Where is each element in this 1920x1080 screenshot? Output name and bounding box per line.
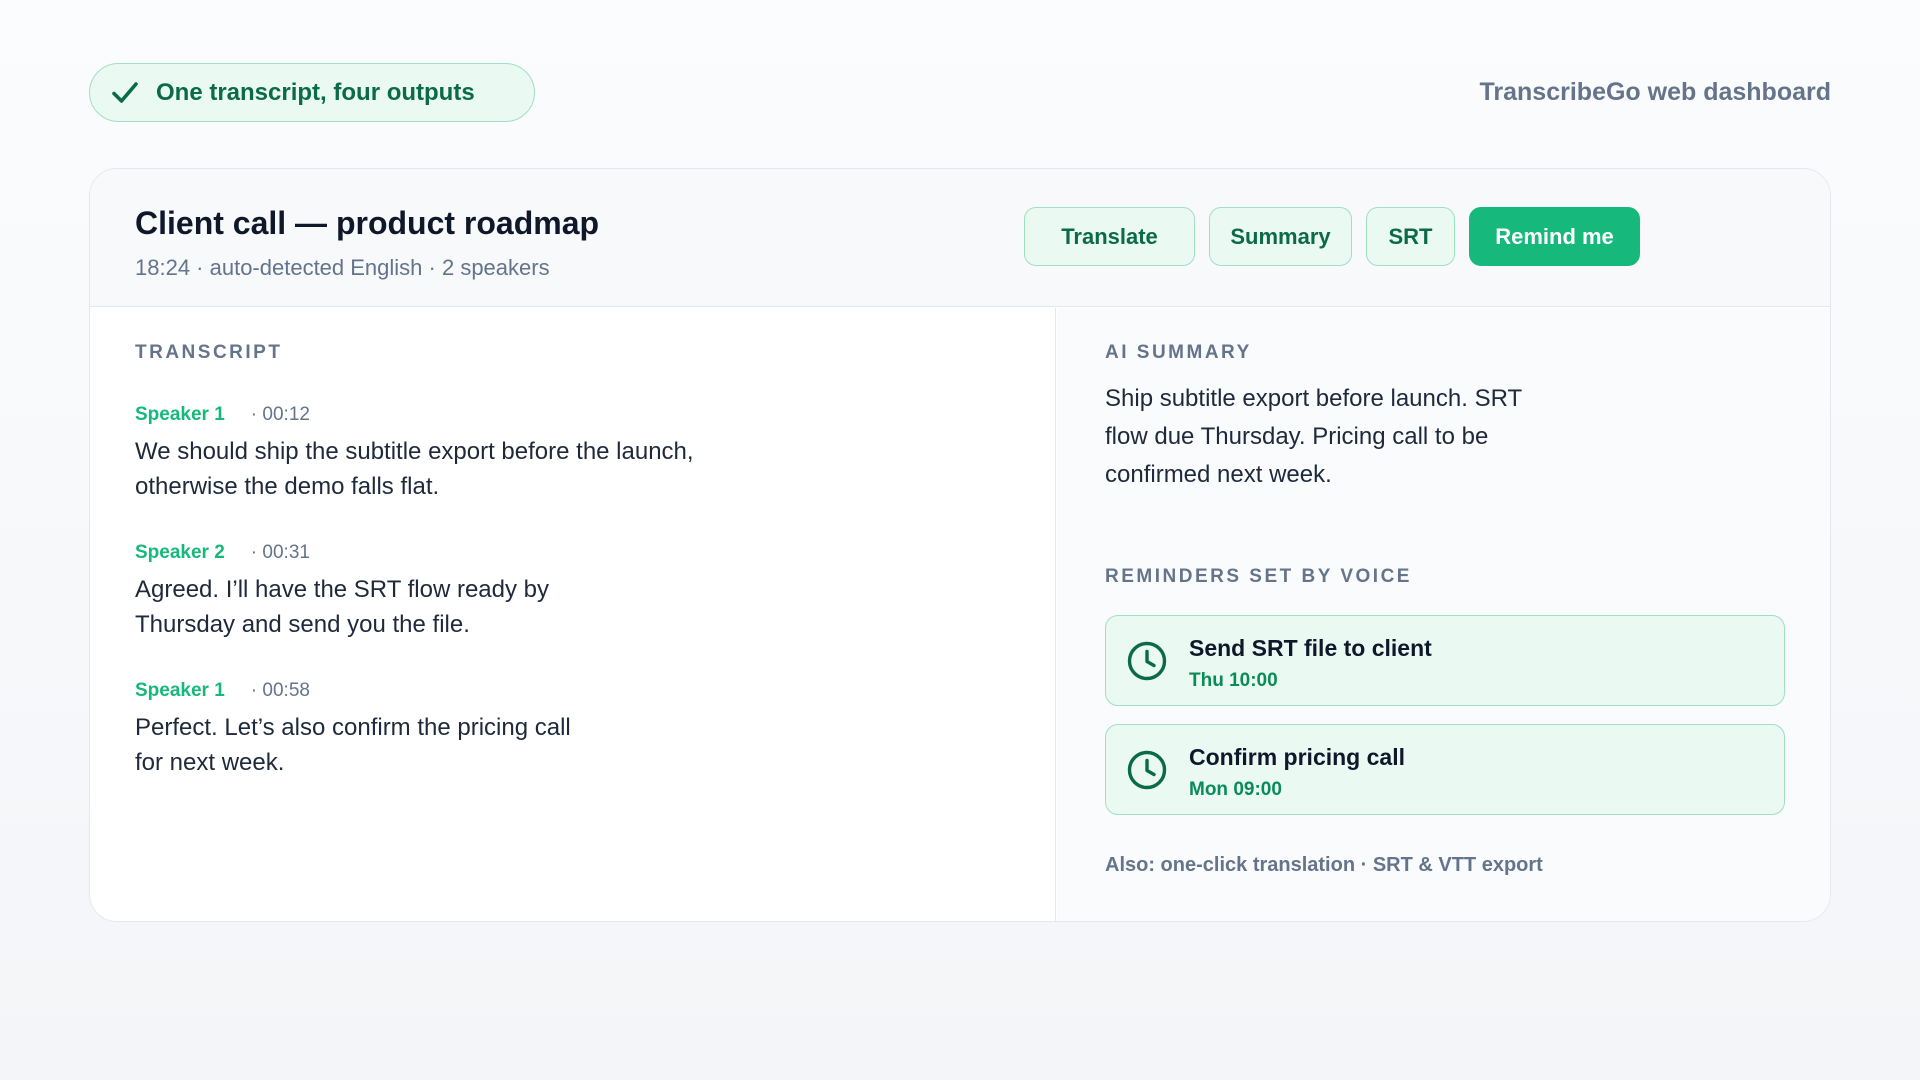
transcript-entry: Speaker 2 · 00:31 Agreed. I’ll have the … <box>135 542 695 642</box>
timestamp: · 00:58 <box>250 680 310 701</box>
speaker-label: Speaker 1 <box>135 680 225 701</box>
reminder-time: Mon 09:00 <box>1189 779 1282 800</box>
clock-icon <box>1127 750 1167 790</box>
ai-summary-heading: AI SUMMARY <box>1105 342 1252 363</box>
transcript-heading: TRANSCRIPT <box>135 342 283 363</box>
speaker-label: Speaker 1 <box>135 404 225 425</box>
features-footnote: Also: one-click translation · SRT & VTT … <box>1105 854 1543 876</box>
recording-card: Client call — product roadmap 18:24 · au… <box>89 168 1831 922</box>
recording-meta: 18:24 · auto-detected English · 2 speake… <box>135 255 550 280</box>
transcript-text: Perfect. Let’s also confirm the pricing … <box>135 714 571 776</box>
feature-badge-label: One transcript, four outputs <box>156 78 475 106</box>
reminder-time: Thu 10:00 <box>1189 670 1278 691</box>
transcript-entry: Speaker 1 · 00:12 We should ship the sub… <box>135 404 695 504</box>
reminders-heading: REMINDERS SET BY VOICE <box>1105 566 1412 587</box>
reminder-item[interactable]: Confirm pricing call Mon 09:00 <box>1105 724 1785 815</box>
card-header: Client call — product roadmap 18:24 · au… <box>90 169 1830 307</box>
brand-name: TranscribeGo web dashboard <box>1479 78 1831 106</box>
recording-title: Client call — product roadmap <box>135 205 600 241</box>
transcript-panel: TRANSCRIPT Speaker 1 · 00:12 We should s… <box>90 308 1056 921</box>
reminder-item[interactable]: Send SRT file to client Thu 10:00 <box>1105 615 1785 706</box>
summary-button[interactable]: Summary <box>1209 207 1352 266</box>
timestamp: · 00:31 <box>250 542 310 563</box>
checkmark-icon <box>112 81 138 103</box>
remind-me-button[interactable]: Remind me <box>1469 207 1640 266</box>
transcript-text: Agreed. I’ll have the SRT flow ready by … <box>135 576 549 638</box>
srt-button[interactable]: SRT <box>1366 207 1455 266</box>
reminder-title: Confirm pricing call <box>1189 744 1405 770</box>
ai-summary-text: Ship subtitle export before launch. SRT … <box>1105 385 1522 488</box>
transcript-text: We should ship the subtitle export befor… <box>135 438 694 500</box>
timestamp: · 00:12 <box>250 404 310 425</box>
speaker-label: Speaker 2 <box>135 542 225 563</box>
action-buttons: Translate Summary SRT Remind me <box>1024 207 1640 266</box>
reminder-title: Send SRT file to client <box>1189 635 1432 661</box>
top-bar: One transcript, four outputs TranscribeG… <box>89 63 1831 123</box>
transcript-entry: Speaker 1 · 00:58 Perfect. Let’s also co… <box>135 680 695 780</box>
feature-badge: One transcript, four outputs <box>89 63 535 122</box>
clock-icon <box>1127 641 1167 681</box>
summary-panel: AI SUMMARY Ship subtitle export before l… <box>1057 308 1830 921</box>
translate-button[interactable]: Translate <box>1024 207 1195 266</box>
